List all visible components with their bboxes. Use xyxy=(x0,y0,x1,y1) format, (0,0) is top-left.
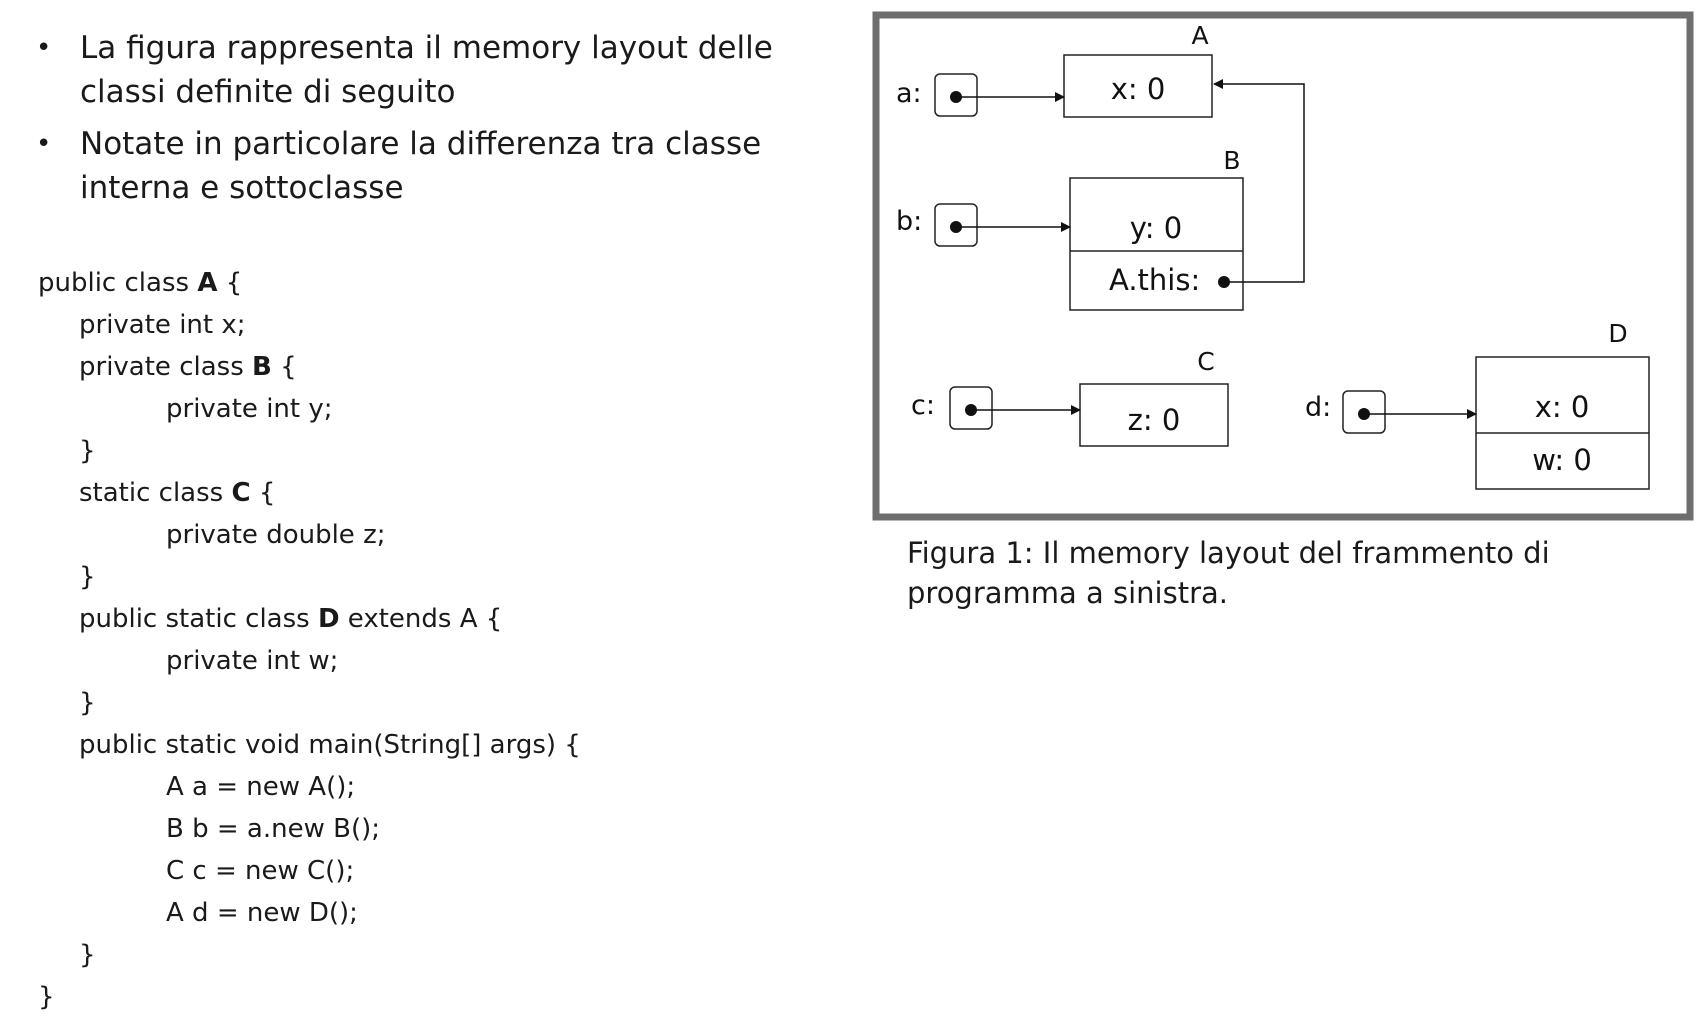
code-line: private double z; xyxy=(166,520,386,550)
object-d-field-x: x: 0 xyxy=(1535,390,1590,424)
code-line: private int y; xyxy=(166,394,333,424)
code-line: private class B { xyxy=(38,346,581,388)
bullet-item: • La figura rappresenta il memory layout… xyxy=(34,26,814,114)
bullet-dot: • xyxy=(36,33,52,63)
object-b-field-outer-ref: A.this: xyxy=(1109,263,1200,297)
code-text: { xyxy=(250,478,276,508)
code-line: public static class D extends A { xyxy=(38,598,581,640)
class-name: B xyxy=(252,352,272,382)
object-c-title: C xyxy=(1197,347,1214,376)
code-text: { xyxy=(271,352,297,382)
code-text: private class xyxy=(79,352,252,382)
code-text: static class xyxy=(79,478,232,508)
code-line: } xyxy=(79,940,96,970)
memory-layout-diagram: A x: 0 a: B y: 0 A.this: b: C z: 0 c: D … xyxy=(872,11,1694,521)
code-line: } xyxy=(79,688,96,718)
class-name: A xyxy=(197,268,218,298)
code-line: } xyxy=(38,982,55,1012)
code-line: public class A { xyxy=(38,262,581,304)
figure-caption: Figura 1: Il memory layout del frammento… xyxy=(907,536,1550,610)
code-line: public static void main(String[] args) { xyxy=(79,730,581,760)
object-a-field-x: x: 0 xyxy=(1111,72,1166,106)
bullet-text: La figura rappresenta il memory layout d… xyxy=(80,30,773,110)
object-d-title: D xyxy=(1608,319,1627,348)
code-line: C c = new C(); xyxy=(166,856,355,886)
var-c-label: c: xyxy=(911,390,935,421)
code-line: A d = new D(); xyxy=(166,898,358,928)
bullet-list: • La figura rappresenta il memory layout… xyxy=(34,26,814,218)
code-line: static class C { xyxy=(38,472,581,514)
code-line: private int w; xyxy=(166,646,339,676)
code-line: B b = a.new B(); xyxy=(166,814,381,844)
code-line: } xyxy=(79,436,96,466)
bullet-text: Notate in particolare la differenza tra … xyxy=(80,126,762,206)
code-text: public static class xyxy=(79,604,318,634)
var-b-label: b: xyxy=(896,206,922,237)
code-line: private int x; xyxy=(79,310,246,340)
object-b-title: B xyxy=(1223,146,1240,175)
object-c-field-z: z: 0 xyxy=(1128,403,1181,437)
bullet-dot: • xyxy=(36,129,52,159)
code-text: public class xyxy=(38,268,198,298)
code-listing: public class A { private int x; private … xyxy=(38,262,581,1018)
diagram-frame xyxy=(872,11,1694,521)
code-text: extends A { xyxy=(339,604,503,634)
bullet-item: • Notate in particolare la differenza tr… xyxy=(34,122,814,210)
code-text: { xyxy=(217,268,243,298)
object-b-field-y: y: 0 xyxy=(1130,211,1183,245)
object-a-title: A xyxy=(1191,21,1208,50)
var-d-label: d: xyxy=(1305,392,1331,423)
code-line: A a = new A(); xyxy=(166,772,356,802)
class-name: C xyxy=(231,478,251,508)
object-d-field-w: w: 0 xyxy=(1532,443,1592,477)
code-line: } xyxy=(79,562,96,592)
var-a-label: a: xyxy=(896,78,922,109)
class-name: D xyxy=(317,604,340,634)
